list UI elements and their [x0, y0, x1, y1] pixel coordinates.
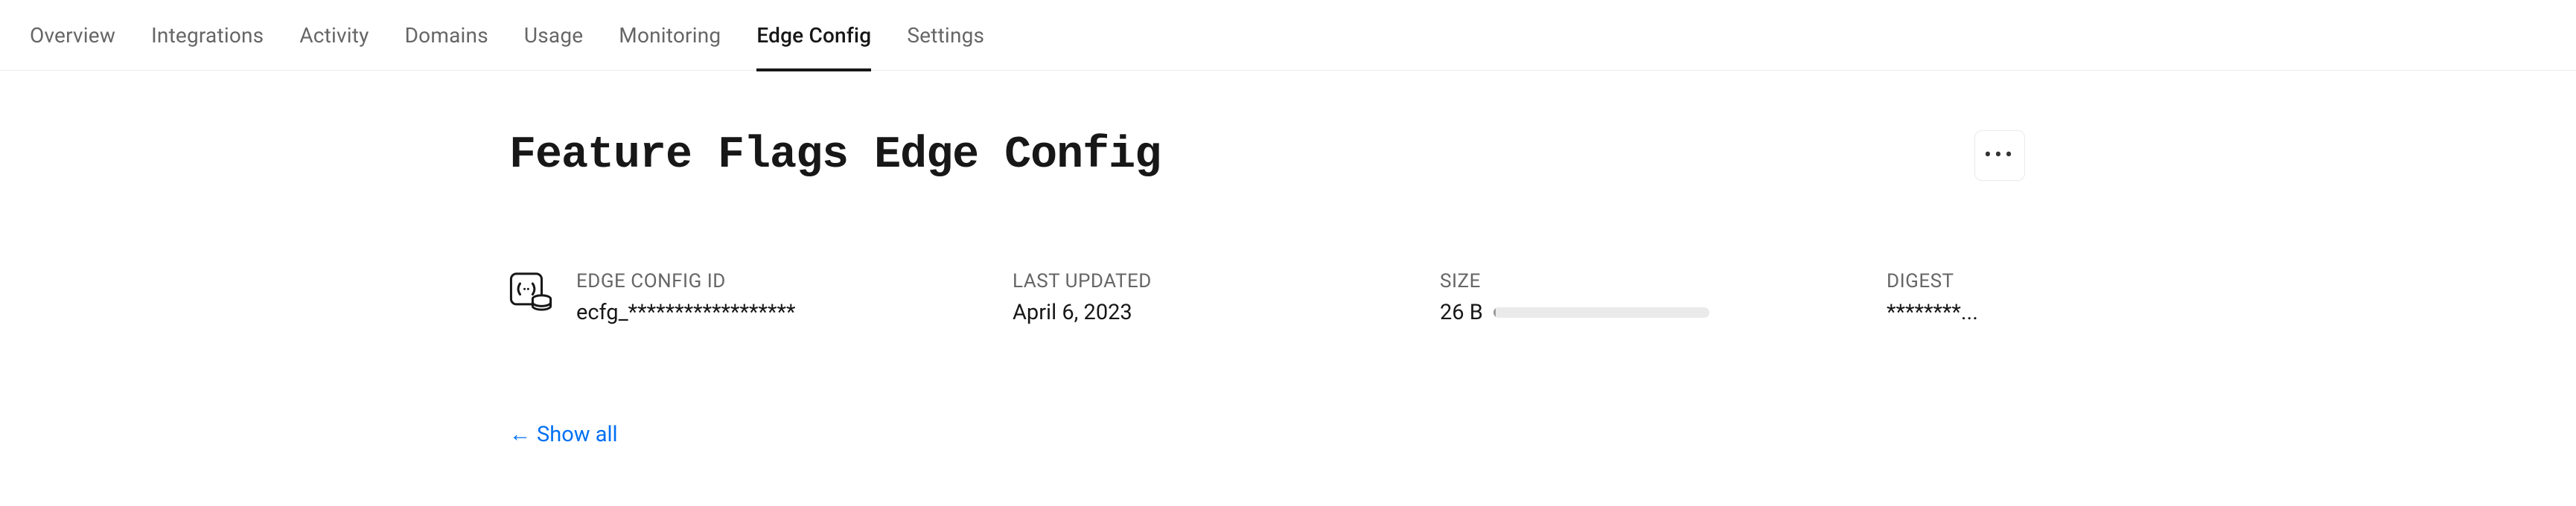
edge-config-icon [509, 270, 552, 312]
arrow-left-icon: ← [509, 422, 531, 447]
size-label: SIZE [1440, 270, 1887, 292]
info-block-digest: DIGEST ********... [1887, 270, 2110, 325]
id-label: EDGE CONFIG ID [576, 270, 1013, 292]
tabs-bar: Overview Integrations Activity Domains U… [0, 0, 2576, 71]
tab-overview[interactable]: Overview [30, 23, 115, 71]
tab-monitoring[interactable]: Monitoring [619, 23, 721, 71]
digest-label: DIGEST [1887, 270, 2110, 292]
digest-value: ********... [1887, 300, 2110, 325]
tab-settings[interactable]: Settings [907, 23, 984, 71]
show-all-label: Show all [537, 422, 618, 447]
size-progress-fill [1493, 307, 1496, 318]
show-all-link[interactable]: ← Show all [509, 422, 618, 447]
info-block-size: SIZE 26 B [1440, 270, 1887, 325]
info-block-id: EDGE CONFIG ID ecfg_****************** [576, 270, 1013, 325]
show-all-row: ← Show all [509, 422, 2308, 447]
tab-usage[interactable]: Usage [524, 23, 583, 71]
tab-activity[interactable]: Activity [299, 23, 369, 71]
tab-integrations[interactable]: Integrations [151, 23, 264, 71]
content: Feature Flags Edge Config ••• EDGE CONFI… [0, 71, 2308, 447]
header-row: Feature Flags Edge Config ••• [509, 130, 2308, 181]
info-row: EDGE CONFIG ID ecfg_****************** L… [509, 270, 2308, 325]
tab-domains[interactable]: Domains [405, 23, 488, 71]
info-block-updated: LAST UPDATED April 6, 2023 [1013, 270, 1440, 325]
id-value: ecfg_****************** [576, 300, 1013, 325]
updated-value: April 6, 2023 [1013, 300, 1440, 325]
page-title: Feature Flags Edge Config [509, 130, 1161, 181]
size-progress-bar [1493, 307, 1709, 318]
tab-edge-config[interactable]: Edge Config [756, 23, 871, 71]
size-value: 26 B [1440, 300, 1483, 325]
updated-label: LAST UPDATED [1013, 270, 1440, 292]
more-button[interactable]: ••• [1974, 130, 2025, 181]
